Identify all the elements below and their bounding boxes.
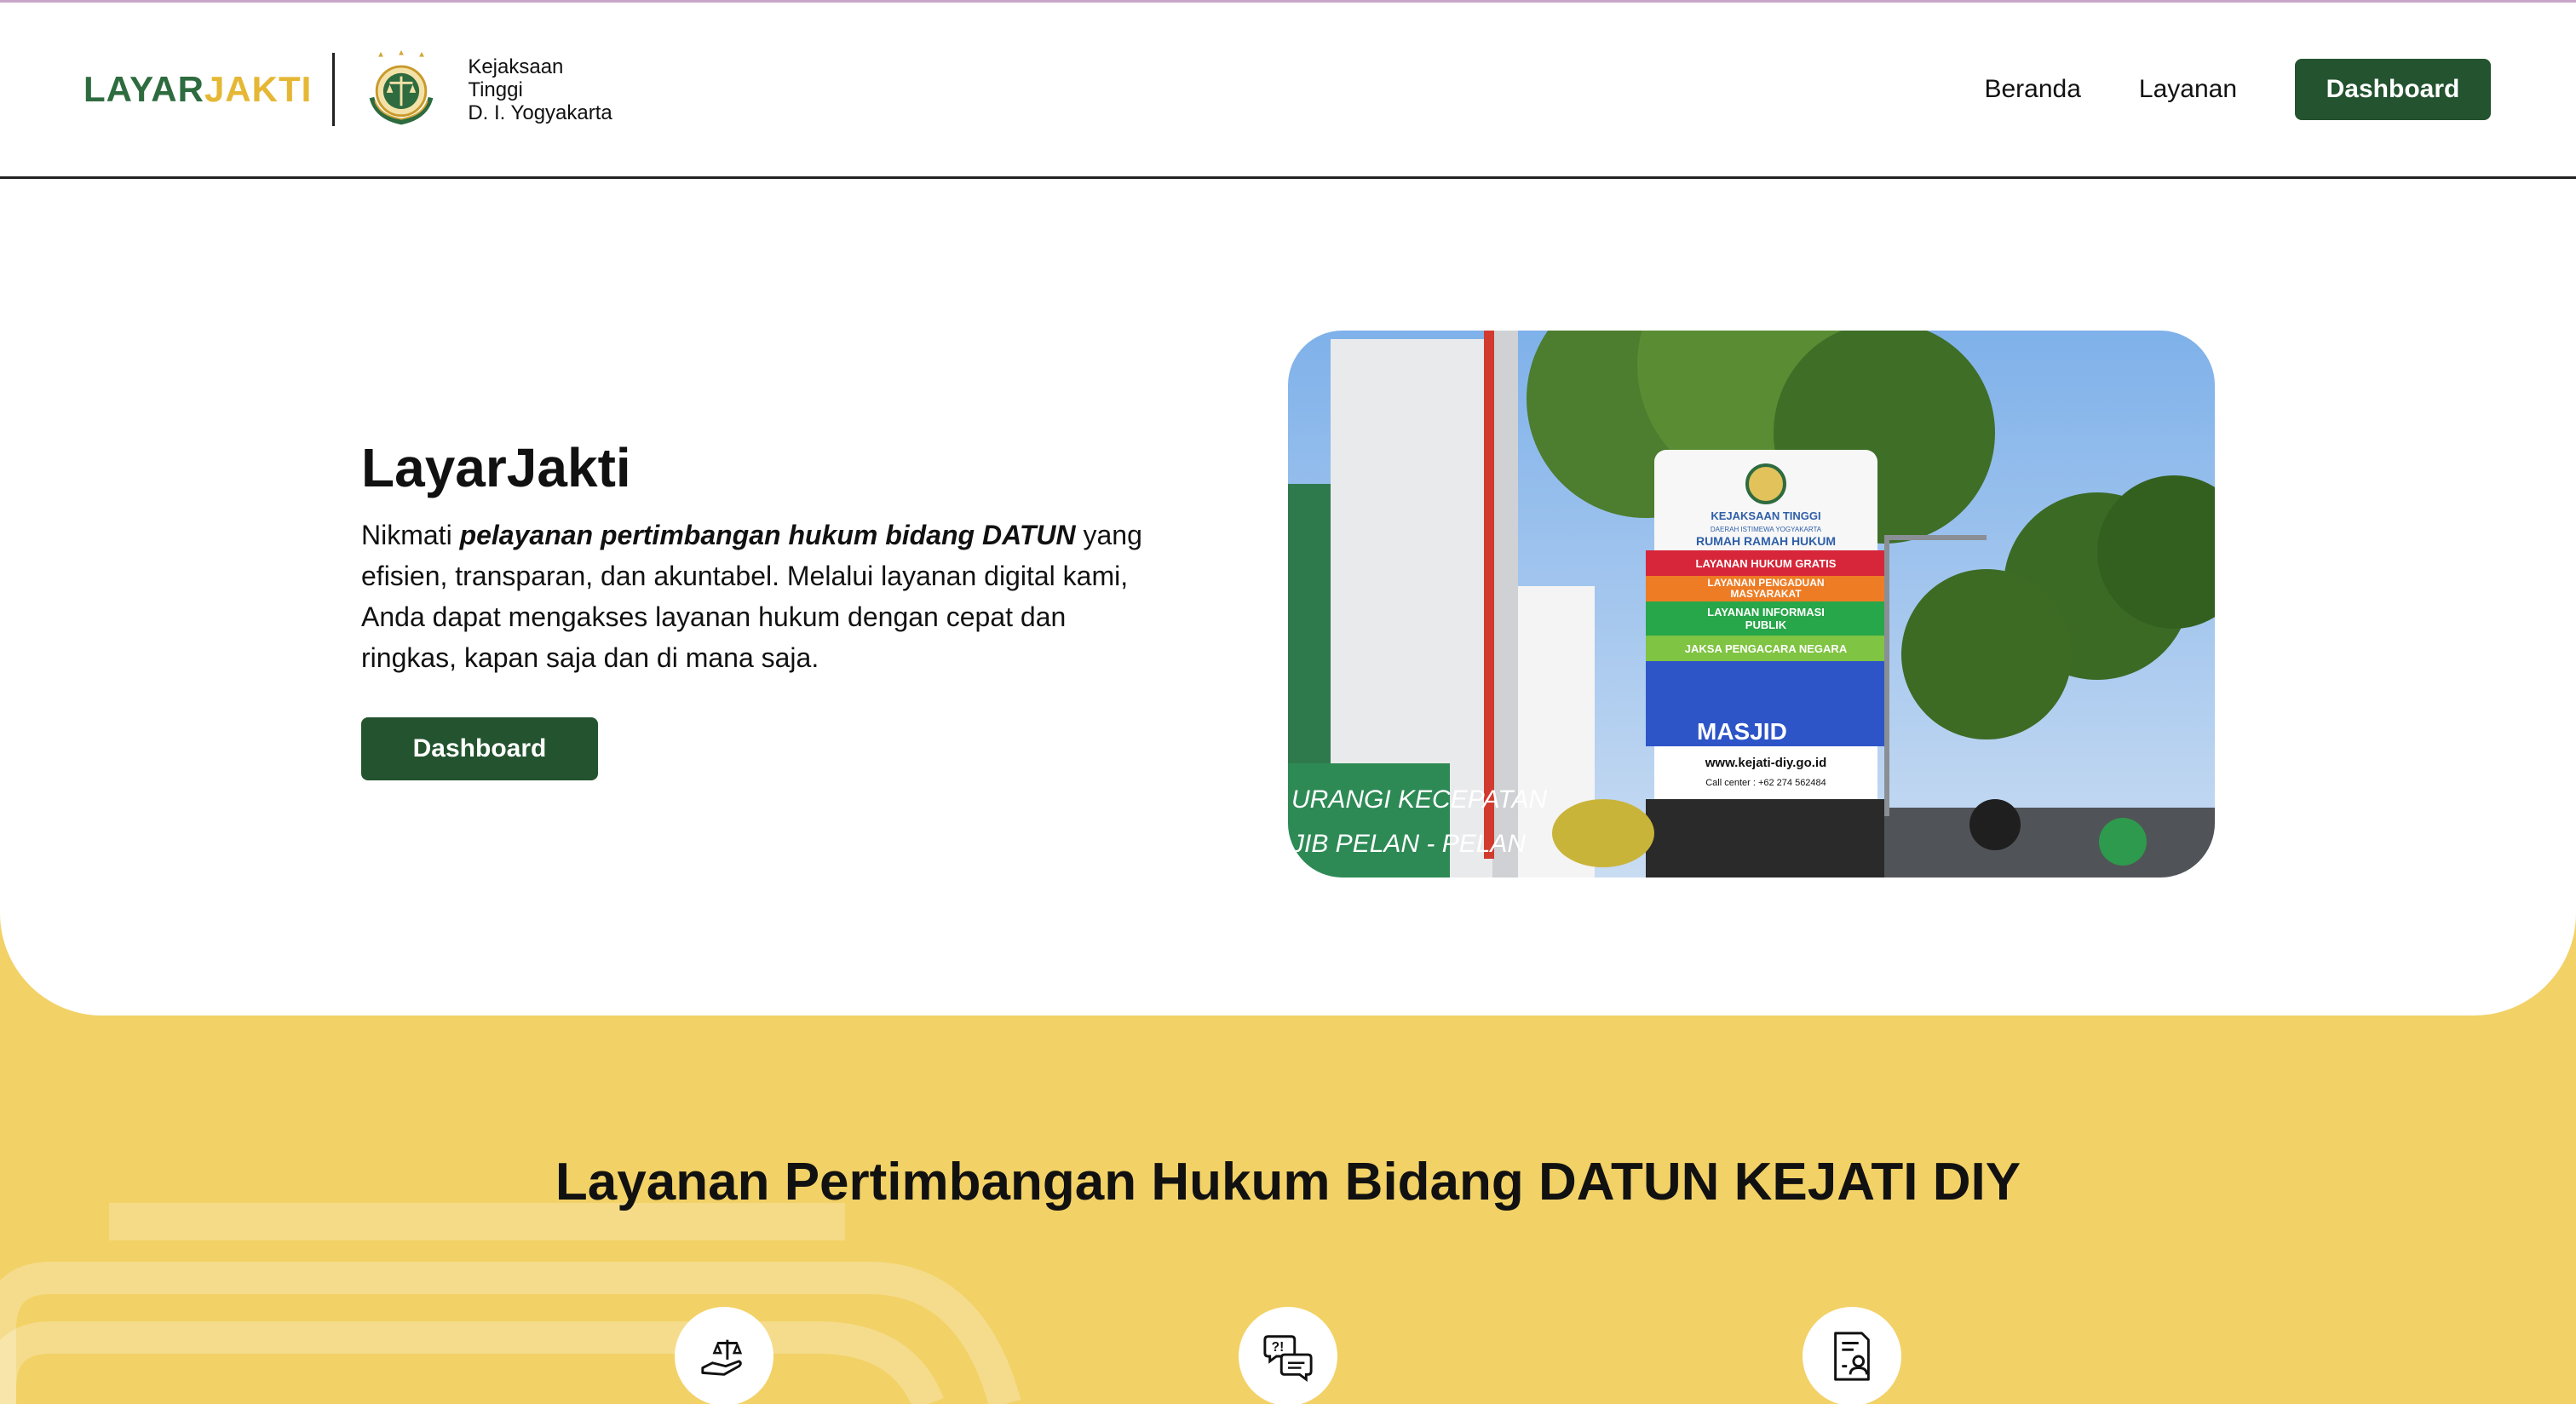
kejaksaan-emblem-icon <box>369 49 434 125</box>
hero-desc-prefix: Nikmati <box>361 520 460 550</box>
org-line-2: Tinggi <box>468 78 523 101</box>
document-user-icon <box>1834 1332 1870 1381</box>
brand-organization: Kejaksaan Tinggi D. I. Yogyakarta <box>468 55 612 124</box>
photo-sign-row-3a: LAYANAN INFORMASI <box>1707 606 1825 619</box>
photo-sign-row-2a: LAYANAN PENGADUAN <box>1707 577 1824 589</box>
site-header: LAYARJAKTI Kejaksaan Tinggi D. I. Yogyak… <box>0 3 2576 179</box>
hero-text: LayarJakti Nikmati pelayanan pertimbanga… <box>361 436 1145 780</box>
hero-desc-emphasis: pelayanan pertimbangan hukum bidang DATU… <box>459 520 1076 550</box>
service-icon-consultation[interactable]: ?! <box>1239 1307 1337 1404</box>
nav-link-beranda[interactable]: Beranda <box>1984 75 2080 104</box>
photo-sign-row-1: LAYANAN HUKUM GRATIS <box>1696 557 1837 570</box>
services-section-title: Layanan Pertimbangan Hukum Bidang DATUN … <box>555 1153 2021 1211</box>
photo-sign-callcenter: Call center : +62 274 562484 <box>1705 778 1826 788</box>
hero-description: Nikmati pelayanan pertimbangan hukum bid… <box>361 515 1145 678</box>
brand[interactable]: LAYARJAKTI Kejaksaan Tinggi D. I. Yogyak… <box>83 47 612 132</box>
hero-title: LayarJakti <box>361 437 631 498</box>
hero-photo: URANGI KECEPATAN JIB PELAN - PELAN KEJAK… <box>1288 331 2215 878</box>
brand-wordmark: LAYARJAKTI <box>83 69 312 110</box>
page: LAYARJAKTI Kejaksaan Tinggi D. I. Yogyak… <box>0 0 2576 1404</box>
org-line-3: D. I. Yogyakarta <box>468 101 612 124</box>
photo-sign-header-2: DAERAH ISTIMEWA YOGYAKARTA <box>1711 526 1822 533</box>
photo-banner-line-2: JIB PELAN - PELAN <box>1291 830 1526 858</box>
brand-divider <box>332 53 336 126</box>
service-icon-legal[interactable] <box>675 1307 773 1404</box>
photo-sign-row-2b: MASYARAKAT <box>1730 588 1802 600</box>
hero-dashboard-button[interactable]: Dashboard <box>361 717 598 780</box>
consultation-chat-icon: ?! <box>1263 1335 1313 1383</box>
photo-sign-masjid: MASJID <box>1697 718 1787 745</box>
office-sign-photo: URANGI KECEPATAN JIB PELAN - PELAN KEJAK… <box>1288 331 2215 878</box>
svg-text:?!: ?! <box>1272 1340 1285 1355</box>
nav-link-layanan[interactable]: Layanan <box>2139 75 2237 104</box>
photo-sign-header-1: KEJAKSAAN TINGGI <box>1711 509 1820 522</box>
decorative-arcs <box>0 1262 1021 1404</box>
photo-sign-website: www.kejati-diy.go.id <box>1705 756 1827 770</box>
header-dashboard-button[interactable]: Dashboard <box>2295 59 2491 120</box>
photo-sign-header-3: RUMAH RAMAH HUKUM <box>1696 534 1836 548</box>
org-line-1: Kejaksaan <box>468 55 564 78</box>
photo-sign-row-4: JAKSA PENGACARA NEGARA <box>1685 642 1848 655</box>
legal-scale-hand-icon <box>701 1339 743 1376</box>
brand-part-layar: LAYAR <box>83 69 204 109</box>
main-nav: Beranda Layanan Dashboard <box>1984 59 2491 120</box>
hero-section: LayarJakti Nikmati pelayanan pertimbanga… <box>0 179 2576 1016</box>
photo-banner-line-1: URANGI KECEPATAN <box>1291 785 1547 814</box>
service-icon-document[interactable] <box>1803 1307 1901 1404</box>
photo-sign-row-3b: PUBLIK <box>1745 619 1787 631</box>
brand-part-jakti: JAKTI <box>204 69 313 109</box>
